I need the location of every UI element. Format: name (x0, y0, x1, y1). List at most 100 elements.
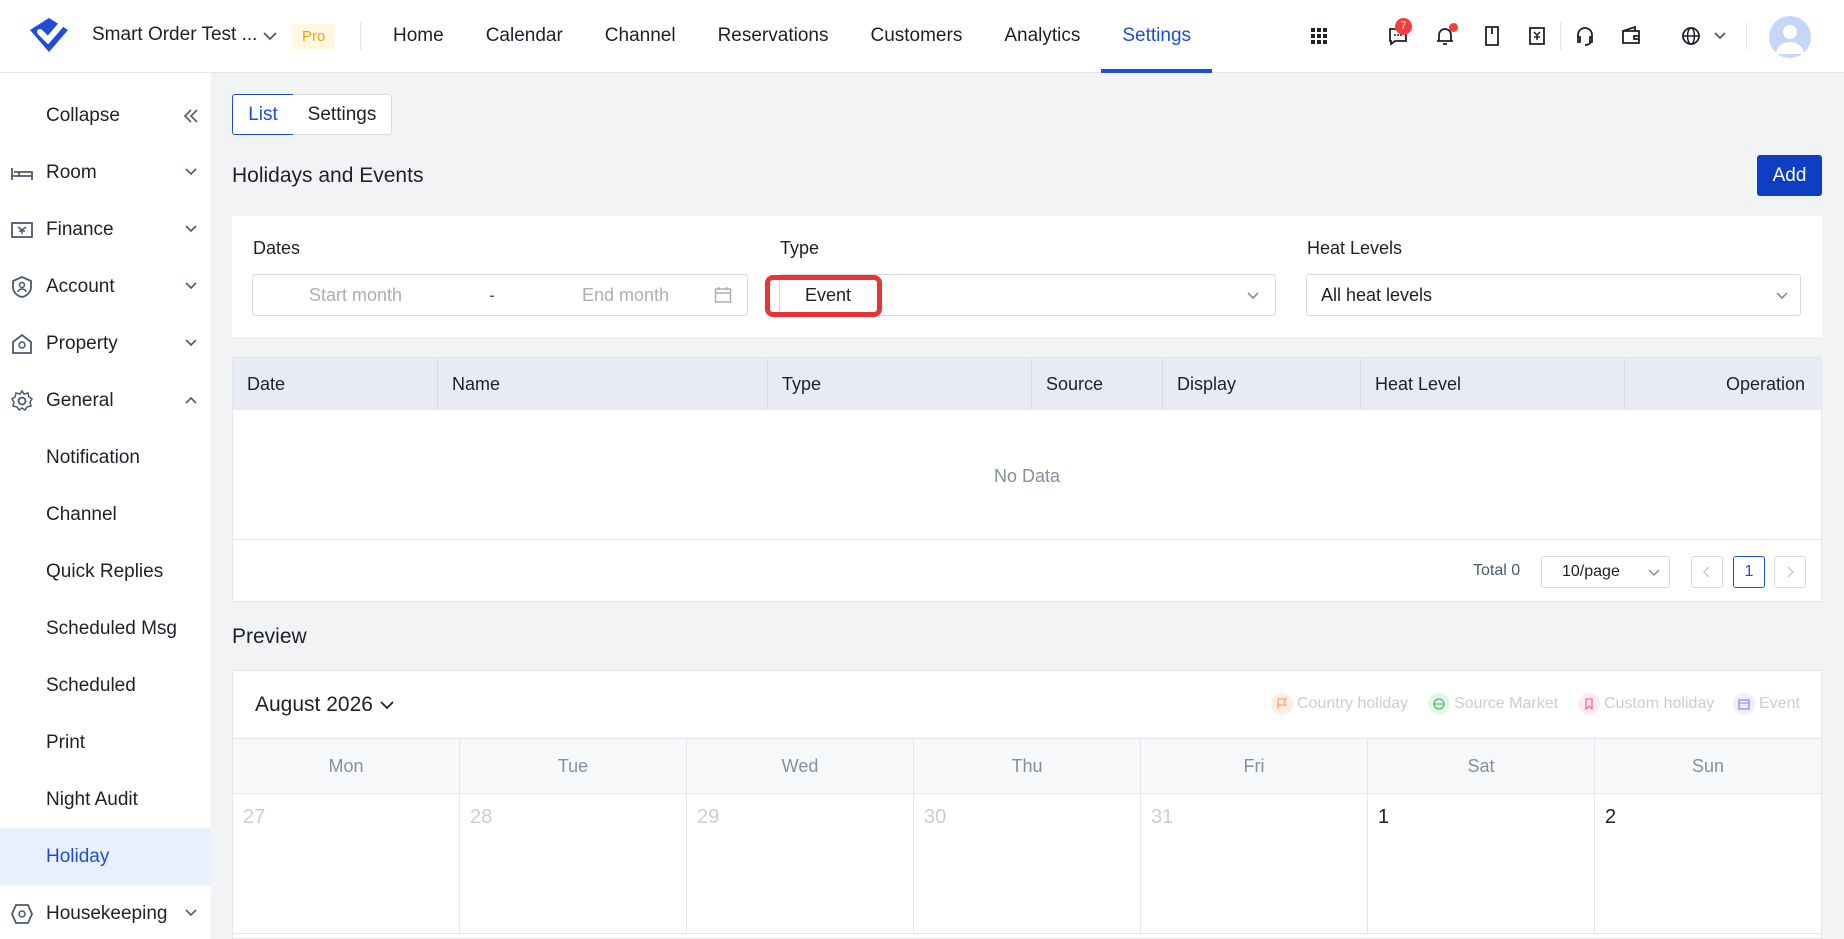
legend-label: Source Market (1454, 695, 1559, 712)
sidebar-item-label: Housekeeping (46, 902, 168, 924)
sidebar-item-property[interactable]: Property (0, 315, 211, 372)
calendar-preview: August 2026 Country holiday Source Marke… (232, 670, 1822, 939)
nav-settings[interactable]: Settings (1101, 0, 1212, 73)
flag-icon (1271, 693, 1293, 715)
chevron-down-icon[interactable] (1706, 22, 1734, 50)
legend-label: Event (1759, 695, 1800, 712)
nav-customers[interactable]: Customers (849, 0, 983, 73)
next-page-button[interactable] (1774, 556, 1806, 588)
column-header-name[interactable]: Name (438, 358, 768, 410)
prev-page-button[interactable] (1691, 556, 1723, 588)
column-header-display[interactable]: Display (1163, 358, 1361, 410)
divider (233, 539, 1821, 540)
chevron-down-icon (1247, 292, 1259, 300)
sidebar-item-label: Scheduled (46, 674, 136, 696)
legend-custom-holiday: Custom holiday (1578, 693, 1714, 715)
sidebar-item-label: Room (46, 161, 97, 183)
nav-channel[interactable]: Channel (584, 0, 697, 73)
calendar-day[interactable]: 27 (233, 794, 460, 934)
column-header-source[interactable]: Source (1032, 358, 1163, 410)
top-divider (1746, 22, 1747, 50)
empty-state: No Data (993, 466, 1061, 486)
calendar-day[interactable]: 28 (460, 794, 687, 934)
nav-analytics[interactable]: Analytics (983, 0, 1101, 73)
column-header-heat-level[interactable]: Heat Level (1361, 358, 1625, 410)
legend-label: Custom holiday (1604, 695, 1715, 712)
calendar-day[interactable]: 29 (687, 794, 914, 934)
property-icon (12, 333, 32, 354)
yen-invoice-icon[interactable] (1524, 22, 1552, 50)
chevron-left-icon (1702, 566, 1710, 578)
avatar[interactable] (1769, 16, 1811, 58)
month-selector[interactable]: August 2026 (255, 693, 373, 717)
sidebar-item-general[interactable]: General (0, 372, 211, 429)
calendar-day[interactable]: 1 (1368, 794, 1595, 934)
chevron-down-icon (185, 282, 197, 290)
legend-event: Event (1733, 693, 1800, 715)
chevron-down-icon[interactable] (262, 30, 278, 42)
column-header-type[interactable]: Type (768, 358, 1032, 410)
start-month-input[interactable]: Start month (309, 285, 402, 306)
weekday-header: Mon Tue Wed Thu Fri Sat Sun (233, 738, 1821, 794)
column-header-date[interactable]: Date (233, 358, 438, 410)
brand-logo-icon[interactable] (26, 14, 72, 56)
top-divider (1560, 22, 1561, 50)
top-bar: Smart Order Test ... Pro Home Calendar C… (0, 0, 1844, 73)
sidebar-collapse[interactable]: Collapse (0, 87, 211, 144)
wallet-icon[interactable] (1617, 22, 1645, 50)
chevron-up-icon (185, 396, 197, 404)
bookmark-icon (1578, 693, 1600, 715)
calendar-day[interactable]: 2 (1595, 794, 1821, 934)
sidebar-item-quick-replies[interactable]: Quick Replies (0, 543, 211, 600)
nav-calendar[interactable]: Calendar (465, 0, 584, 73)
sidebar-item-night-audit[interactable]: Night Audit (0, 771, 211, 828)
chevron-down-icon (1776, 292, 1788, 300)
sidebar-item-label: Account (46, 275, 115, 297)
sidebar-item-print[interactable]: Print (0, 714, 211, 771)
page-number-button[interactable]: 1 (1733, 556, 1765, 588)
add-button[interactable]: Add (1757, 155, 1822, 196)
sidebar-item-scheduled[interactable]: Scheduled (0, 657, 211, 714)
sidebar-item-housekeeping[interactable]: Housekeeping (0, 885, 211, 939)
sidebar-item-room[interactable]: Room (0, 144, 211, 201)
sidebar-item-scheduled-msg[interactable]: Scheduled Msg (0, 600, 211, 657)
heat-levels-value: All heat levels (1321, 285, 1433, 305)
bookmark-icon[interactable] (1478, 22, 1506, 50)
nav-home[interactable]: Home (372, 0, 465, 73)
globe-language-icon[interactable] (1677, 22, 1705, 50)
bed-icon (11, 168, 33, 180)
hotel-name[interactable]: Smart Order Test ... (92, 24, 257, 46)
sidebar-item-label: Channel (46, 503, 117, 525)
page-title: Holidays and Events (232, 164, 424, 187)
sidebar-item-label: Collapse (46, 104, 120, 126)
legend-country-holiday: Country holiday (1271, 693, 1408, 715)
dates-label: Dates (253, 238, 301, 258)
calendar-day[interactable]: 30 (914, 794, 1141, 934)
chevron-down-icon (185, 909, 197, 917)
day-number: 28 (470, 806, 493, 828)
sidebar-item-account[interactable]: Account (0, 258, 211, 315)
calendar-day[interactable]: 31 (1141, 794, 1368, 934)
sidebar-item-holiday[interactable]: Holiday (0, 828, 211, 885)
weekday-sat: Sat (1368, 739, 1595, 793)
apps-grid-icon[interactable] (1305, 22, 1333, 50)
chevron-down-icon[interactable] (379, 699, 395, 711)
nav-reservations[interactable]: Reservations (697, 0, 850, 73)
date-range-picker[interactable]: Start month - End month (252, 274, 748, 316)
weekday-sun: Sun (1691, 756, 1725, 776)
calendar-icon (714, 287, 732, 303)
heat-levels-select[interactable]: All heat levels (1306, 274, 1801, 316)
account-shield-icon (12, 276, 32, 298)
sidebar-item-channel[interactable]: Channel (0, 486, 211, 543)
sidebar-item-label: Holiday (46, 845, 110, 867)
sidebar-item-finance[interactable]: Finance (0, 201, 211, 258)
headset-support-icon[interactable] (1571, 22, 1599, 50)
nav-divider (360, 22, 361, 50)
tab-list[interactable]: List (232, 94, 294, 135)
page-size-select[interactable]: 10/page (1541, 556, 1670, 588)
tab-settings[interactable]: Settings (293, 94, 392, 135)
end-month-input[interactable]: End month (582, 285, 669, 306)
chevron-down-icon (1648, 569, 1660, 577)
sidebar-item-notification[interactable]: Notification (0, 429, 211, 486)
heat-levels-label: Heat Levels (1307, 238, 1403, 258)
